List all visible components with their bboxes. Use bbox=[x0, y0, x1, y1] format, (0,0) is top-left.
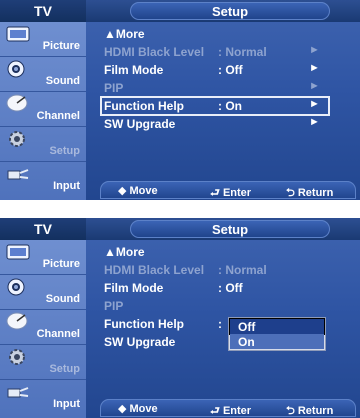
footer-help-bar: ◆ Move ⮐ Enter ⮌ Return bbox=[100, 181, 356, 199]
sidebar-item-picture[interactable]: Picture bbox=[0, 22, 86, 57]
sidebar-item-channel[interactable]: Channel bbox=[0, 310, 86, 345]
function-help-dropdown[interactable]: Off On bbox=[228, 317, 326, 351]
more-item[interactable]: ▲More bbox=[104, 27, 145, 41]
sidebar-item-setup[interactable]: Setup bbox=[0, 127, 86, 162]
tv-menu-screen-2: TV Setup Picture Sound Channel Setup Inp… bbox=[0, 218, 360, 418]
move-hint: ◆ Move bbox=[118, 185, 158, 197]
sidebar-item-label: Channel bbox=[36, 328, 80, 340]
sidebar-item-label: Sound bbox=[45, 75, 80, 87]
sidebar-item-sound[interactable]: Sound bbox=[0, 275, 86, 310]
sidebar-item-label: Setup bbox=[49, 145, 80, 157]
picture-icon bbox=[4, 24, 32, 44]
menu-title: TV bbox=[0, 0, 86, 22]
menu-item-pip[interactable]: PIP ► bbox=[104, 80, 334, 96]
enter-hint: ⮐ Enter bbox=[210, 405, 252, 417]
sidebar-item-setup[interactable]: Setup bbox=[0, 345, 86, 380]
sidebar-item-label: Setup bbox=[49, 363, 80, 375]
footer-help-bar: ◆ Move ⮐ Enter ⮌ Return bbox=[100, 399, 356, 417]
speaker-icon bbox=[4, 59, 32, 79]
tv-menu-screen-1: TV Setup Picture Sound Channel Setup Inp… bbox=[0, 0, 360, 200]
speaker-icon bbox=[4, 277, 32, 297]
setup-tab[interactable]: Setup bbox=[130, 2, 330, 20]
right-arrow-icon: ► bbox=[309, 98, 320, 110]
menu-item-hdmi-black-level[interactable]: HDMI Black Level : Normal ► bbox=[104, 44, 334, 60]
menu-item-pip[interactable]: PIP bbox=[104, 298, 334, 314]
sidebar-item-picture[interactable]: Picture bbox=[0, 240, 86, 275]
plug-icon bbox=[4, 164, 32, 184]
satellite-dish-icon bbox=[4, 94, 32, 114]
sidebar-item-channel[interactable]: Channel bbox=[0, 92, 86, 127]
enter-hint: ⮐ Enter bbox=[210, 187, 252, 199]
setup-tab[interactable]: Setup bbox=[130, 220, 330, 238]
sidebar-item-label: Picture bbox=[42, 258, 80, 270]
sidebar-item-input[interactable]: Input bbox=[0, 162, 86, 196]
gear-icon bbox=[4, 129, 32, 149]
sidebar-item-sound[interactable]: Sound bbox=[0, 57, 86, 92]
sidebar-item-label: Sound bbox=[45, 293, 80, 305]
right-arrow-icon: ► bbox=[309, 80, 320, 92]
sidebar-item-label: Input bbox=[53, 180, 80, 192]
dropdown-option-off[interactable]: Off bbox=[230, 319, 324, 334]
menu-item-function-help[interactable]: Function Help : On ► bbox=[100, 96, 330, 116]
menu-title: TV bbox=[0, 218, 86, 240]
right-arrow-icon: ► bbox=[309, 116, 320, 128]
sidebar-item-label: Input bbox=[53, 398, 80, 410]
plug-icon bbox=[4, 382, 32, 402]
sidebar-item-input[interactable]: Input bbox=[0, 380, 86, 414]
sidebar: Picture Sound Channel Setup Input bbox=[0, 22, 86, 200]
dropdown-option-on[interactable]: On bbox=[230, 334, 324, 349]
sidebar: Picture Sound Channel Setup Input bbox=[0, 240, 86, 418]
picture-icon bbox=[4, 242, 32, 262]
menu-item-sw-upgrade[interactable]: SW Upgrade ► bbox=[104, 116, 334, 132]
return-hint: ⮌ Return bbox=[286, 405, 334, 417]
more-item[interactable]: ▲More bbox=[104, 245, 145, 259]
menu-item-hdmi-black-level[interactable]: HDMI Black Level : Normal bbox=[104, 262, 334, 278]
right-arrow-icon: ► bbox=[309, 44, 320, 56]
gear-icon bbox=[4, 347, 32, 367]
satellite-dish-icon bbox=[4, 312, 32, 332]
menu-item-film-mode[interactable]: Film Mode : Off ► bbox=[104, 62, 334, 78]
right-arrow-icon: ► bbox=[309, 62, 320, 74]
move-hint: ◆ Move bbox=[118, 403, 158, 415]
sidebar-item-label: Channel bbox=[36, 110, 80, 122]
menu-item-film-mode[interactable]: Film Mode : Off bbox=[104, 280, 334, 296]
sidebar-item-label: Picture bbox=[42, 40, 80, 52]
header-bar: Setup bbox=[86, 218, 360, 240]
return-hint: ⮌ Return bbox=[286, 187, 334, 199]
header-bar: Setup bbox=[86, 0, 360, 22]
